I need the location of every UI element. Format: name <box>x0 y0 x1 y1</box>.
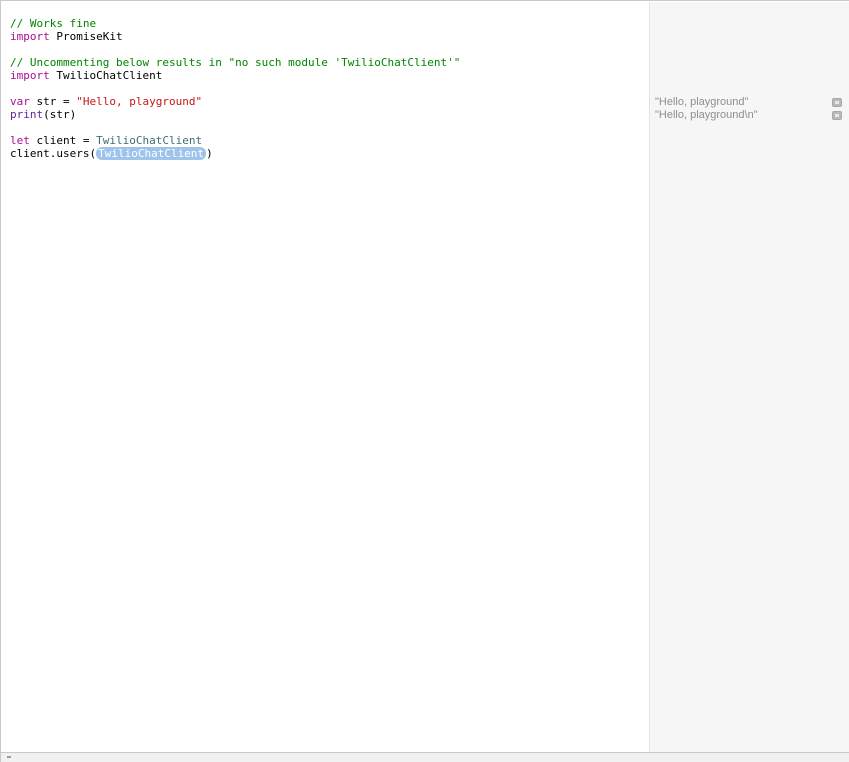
code-line[interactable]: client.users(TwilioChatClient) <box>10 147 460 160</box>
playground-window: // Works fine import PromiseKit // Uncomm… <box>0 0 849 762</box>
quick-look-icon[interactable] <box>832 98 842 107</box>
code-token: client.users( <box>10 147 97 160</box>
code-token: print <box>10 108 44 121</box>
debug-toggle-icon[interactable] <box>7 756 11 758</box>
code-token: // Uncommenting below results in "no suc… <box>10 56 461 69</box>
code-token: str = <box>29 95 77 108</box>
code-line[interactable] <box>10 121 460 134</box>
code-line[interactable]: let client = TwilioChatClient <box>10 134 460 147</box>
result-row: "Hello, playground\n" <box>655 109 847 122</box>
code-token: let <box>10 134 30 147</box>
code-token: import <box>10 30 50 43</box>
result-value: "Hello, playground\n" <box>655 109 758 121</box>
code-token: (str) <box>43 108 77 121</box>
code-token: ) <box>206 147 213 160</box>
code-line[interactable]: var str = "Hello, playground" <box>10 95 460 108</box>
code-line[interactable]: import TwilioChatClient <box>10 69 460 82</box>
results-sidebar: "Hello, playground" "Hello, playground\n" <box>649 2 849 752</box>
result-value: "Hello, playground" <box>655 96 749 108</box>
source-editor[interactable]: // Works fine import PromiseKit // Uncomm… <box>2 2 648 752</box>
code-placeholder-token[interactable]: TwilioChatClient <box>96 147 207 160</box>
code-token: client = <box>29 134 97 147</box>
code-line[interactable]: // Uncommenting below results in "no suc… <box>10 56 460 69</box>
debug-area-bar[interactable] <box>1 752 849 762</box>
result-row: "Hello, playground" <box>655 96 847 109</box>
code-token: var <box>10 95 30 108</box>
code-token: TwilioChatClient <box>49 69 163 82</box>
code-line[interactable]: import PromiseKit <box>10 30 460 43</box>
code-token: PromiseKit <box>49 30 123 43</box>
code-line[interactable] <box>10 82 460 95</box>
code-token: import <box>10 69 50 82</box>
code-token: // Works fine <box>10 17 97 30</box>
code-line[interactable]: print(str) <box>10 108 460 121</box>
quick-look-icon[interactable] <box>832 111 842 120</box>
code-line[interactable]: // Works fine <box>10 17 460 30</box>
code-token: "Hello, playground" <box>76 95 203 108</box>
code-area[interactable]: // Works fine import PromiseKit // Uncomm… <box>10 17 460 160</box>
code-token: TwilioChatClient <box>96 134 203 147</box>
code-line[interactable] <box>10 43 460 56</box>
